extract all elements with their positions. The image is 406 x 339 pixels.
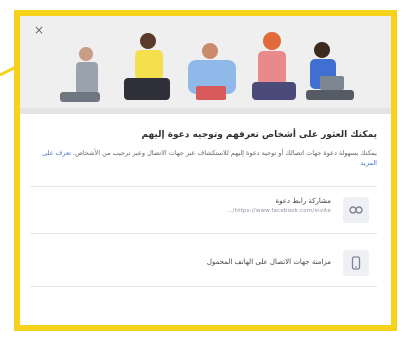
person-figure <box>188 43 236 100</box>
sync-mobile-contacts-option[interactable]: مزامنة جهات الاتصال على الهاتف المحمول <box>30 240 377 287</box>
invite-url: https://www.facebook.com/invite/... <box>226 208 331 214</box>
hero-illustration: × <box>20 16 391 114</box>
link-icon <box>343 197 369 223</box>
invite-dialog: × يمكنك العثور على أشخاص تعرفهم وتوجيه د… <box>14 10 397 331</box>
person-figure <box>60 47 100 102</box>
option-label: مزامنة جهات الاتصال على الهاتف المحمول <box>206 258 331 266</box>
description-text: يمكنك بسهولة دعوة جهات اتصالك أو توجيه د… <box>73 149 377 157</box>
dialog-body: يمكنك العثور على أشخاص تعرفهم وتوجيه دعو… <box>20 114 391 325</box>
dialog-title: يمكنك العثور على أشخاص تعرفهم وتوجيه دعو… <box>141 130 377 140</box>
option-label: مشاركة رابط دعوة <box>275 197 331 205</box>
person-figure <box>252 32 296 100</box>
dialog-description: يمكنك بسهولة دعوة جهات اتصالك أو توجيه د… <box>30 148 377 168</box>
share-invite-link-option[interactable]: مشاركة رابط دعوة https://www.facebook.co… <box>30 186 377 234</box>
close-icon[interactable]: × <box>34 24 44 36</box>
option-text: مزامنة جهات الاتصال على الهاتف المحمول <box>38 258 331 266</box>
people-illustration <box>20 32 391 114</box>
phone-icon <box>343 250 369 276</box>
option-text: مشاركة رابط دعوة https://www.facebook.co… <box>38 197 331 214</box>
person-figure <box>124 33 170 100</box>
person-figure <box>306 42 354 100</box>
